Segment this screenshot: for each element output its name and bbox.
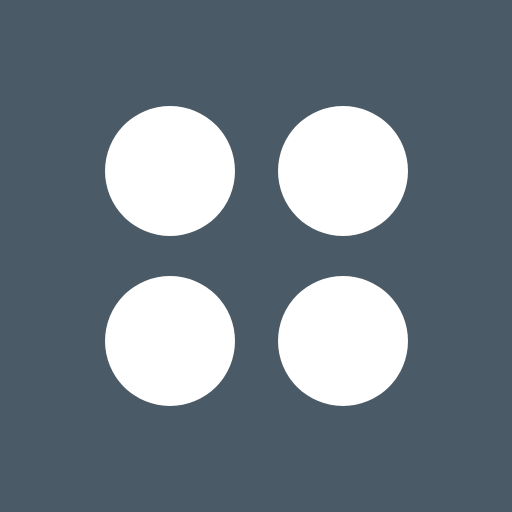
dot-bottom-left-icon <box>105 276 235 406</box>
dot-bottom-right-icon <box>278 276 408 406</box>
dot-top-left-icon <box>105 106 235 236</box>
dot-top-right-icon <box>278 106 408 236</box>
four-dots-grid-icon <box>0 0 512 512</box>
